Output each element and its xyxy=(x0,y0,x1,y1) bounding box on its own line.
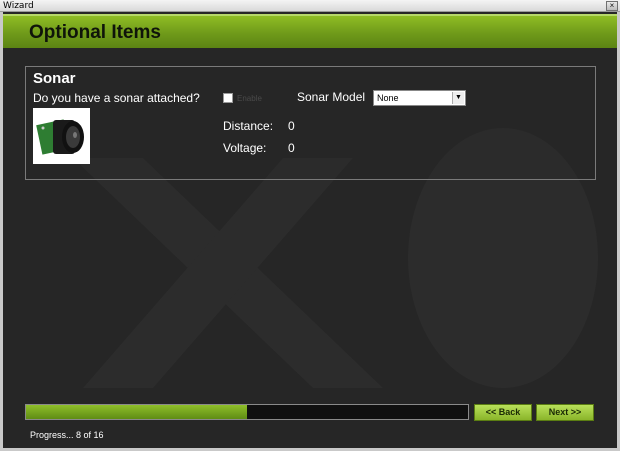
enable-label: Enable xyxy=(237,93,262,103)
checkbox-box[interactable] xyxy=(223,93,233,103)
sonar-sensor-image xyxy=(33,108,90,164)
page-header: Optional Items xyxy=(3,14,617,48)
sonar-panel: Sonar Do you have a sonar attached? Enab… xyxy=(25,66,596,180)
sonar-model-select[interactable]: None ▼ xyxy=(373,90,466,106)
close-icon[interactable]: × xyxy=(606,1,618,11)
sonar-heading: Sonar xyxy=(33,70,76,87)
sonar-question: Do you have a sonar attached? xyxy=(33,91,200,105)
content-area: Sonar Do you have a sonar attached? Enab… xyxy=(3,48,617,448)
progress-text: Progress... 8 of 16 xyxy=(30,430,104,440)
voltage-label: Voltage: xyxy=(223,141,267,155)
distance-value: 0 xyxy=(288,119,295,133)
progress-fill xyxy=(26,405,247,419)
window-title: Wizard xyxy=(3,1,34,11)
sonar-model-label: Sonar Model xyxy=(297,90,366,104)
next-button[interactable]: Next >> xyxy=(536,404,594,421)
voltage-value: 0 xyxy=(288,141,295,155)
chevron-down-icon[interactable]: ▼ xyxy=(452,92,464,104)
wizard-progress-bar xyxy=(25,404,469,420)
distance-label: Distance: xyxy=(223,119,274,133)
enable-checkbox[interactable]: Enable xyxy=(223,92,262,104)
sonar-model-value: None xyxy=(377,93,399,103)
page-title: Optional Items xyxy=(29,22,161,43)
title-bar: Wizard × xyxy=(0,0,620,12)
back-button[interactable]: << Back xyxy=(474,404,532,421)
